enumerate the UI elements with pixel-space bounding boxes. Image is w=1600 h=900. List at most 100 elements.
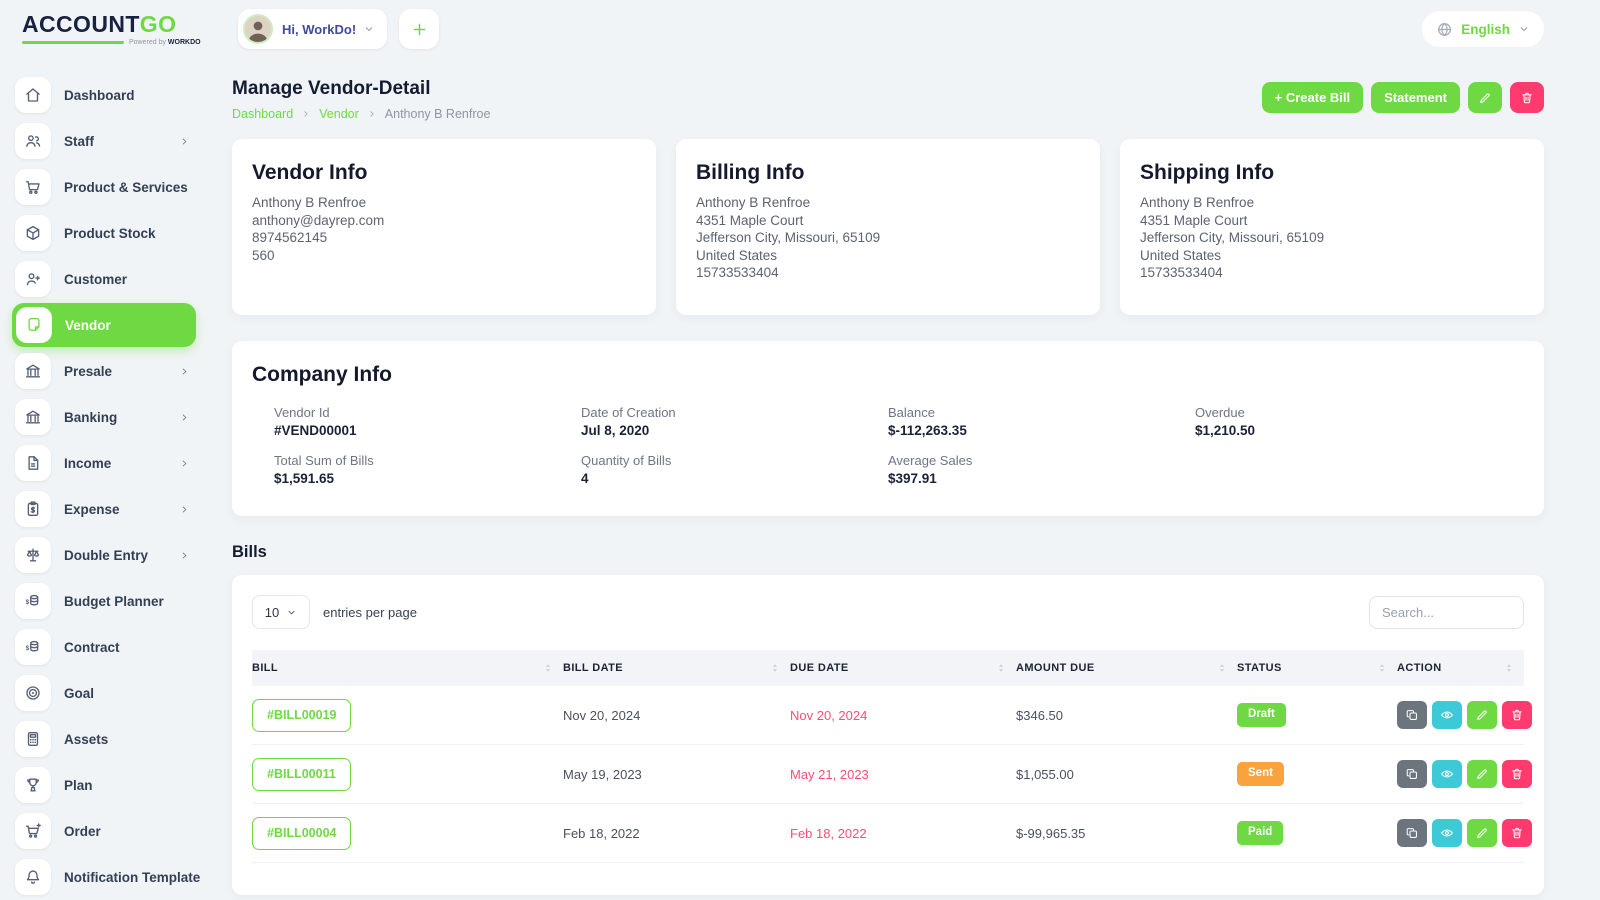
pencil-icon (1478, 91, 1492, 105)
trophy-icon (15, 767, 51, 803)
bill-cell: #BILL00011 (252, 757, 563, 791)
sidebar-item-presale[interactable]: Presale (0, 348, 212, 394)
column-header-label: DUE DATE (790, 662, 849, 674)
amount-due-cell: $-99,965.35 (1016, 825, 1086, 841)
table-controls: 10 entries per page (252, 595, 1524, 629)
actions-cell (1397, 760, 1532, 788)
view-button[interactable] (1432, 760, 1462, 788)
info-line: 4351 Maple Court (696, 212, 804, 228)
sidebar-item-banking[interactable]: Banking (0, 394, 212, 440)
entries-per-page-select[interactable]: 10 (252, 595, 310, 629)
bill-link[interactable]: #BILL00011 (252, 757, 351, 791)
delete-vendor-button[interactable] (1510, 82, 1544, 113)
view-button[interactable] (1432, 701, 1462, 729)
sidebar-item-vendor[interactable]: Vendor (12, 303, 196, 347)
company-field-value: $1,210.50 (1195, 423, 1256, 438)
company-field-label: Vendor Id (274, 405, 330, 420)
sidebar-item-assets[interactable]: Assets (0, 716, 212, 762)
quick-add-button[interactable] (399, 9, 440, 49)
sidebar-item-expense[interactable]: Expense (0, 486, 212, 532)
edit-button[interactable] (1467, 819, 1497, 847)
sidebar-item-label: Goal (64, 685, 95, 701)
main-content: Manage Vendor-Detail Dashboard Vendor An… (212, 58, 1600, 900)
eye-icon (1440, 826, 1454, 840)
edit-vendor-button[interactable] (1468, 82, 1502, 113)
brand-logo[interactable]: ACCOUNTGO Powered by WORKDO (0, 10, 212, 46)
sidebar-item-label: Budget Planner (64, 593, 164, 609)
clipboard-dollar-icon (15, 491, 51, 527)
bank-icon (15, 399, 51, 435)
eye-icon (1440, 708, 1454, 722)
trash-icon (1520, 91, 1534, 105)
edit-button[interactable] (1467, 760, 1497, 788)
delete-button[interactable] (1502, 819, 1532, 847)
column-header-amount-due[interactable]: AMOUNT DUE (1016, 661, 1237, 675)
column-header-label: STATUS (1237, 662, 1282, 674)
column-header-bill-date[interactable]: BILL DATE (563, 661, 790, 675)
info-line: 15733533404 (1140, 265, 1223, 280)
bill-link[interactable]: #BILL00004 (252, 816, 352, 850)
duplicate-button[interactable] (1397, 701, 1427, 729)
pencil-icon (1475, 826, 1489, 840)
sidebar-item-plan[interactable]: Plan (0, 762, 212, 808)
info-line: 560 (252, 247, 275, 263)
sidebar-item-double-entry[interactable]: Double Entry (0, 532, 212, 578)
sidebar-item-budget-planner[interactable]: $ Budget Planner (0, 578, 212, 624)
sort-icon (1502, 661, 1516, 675)
sidebar-item-notification-template[interactable]: Notification Template (0, 854, 212, 900)
company-field-label: Average Sales (888, 453, 973, 468)
create-bill-button[interactable]: + Create Bill (1261, 82, 1364, 113)
sidebar-item-dashboard[interactable]: Dashboard (0, 72, 212, 118)
company-field-overdue: Overdue $1,210.50 (1195, 405, 1502, 438)
user-menu[interactable]: Hi, WorkDo! (238, 9, 388, 49)
company-field-average-sales: Average Sales $397.91 (888, 453, 1195, 486)
copy-icon (1405, 826, 1419, 840)
sidebar-item-goal[interactable]: Goal (0, 670, 212, 716)
due-date-cell: May 21, 2023 (790, 766, 869, 782)
trash-icon (1510, 826, 1524, 840)
actions-cell (1397, 819, 1532, 847)
bills-table-card: 10 entries per page BILL BILL DATE DUE DAT… (232, 575, 1544, 895)
column-header-bill[interactable]: BILL (252, 661, 563, 675)
bills-table: BILL BILL DATE DUE DATE AMOUNT DUE STATUS ACT… (252, 650, 1532, 863)
company-field-date-of-creation: Date of Creation Jul 8, 2020 (581, 405, 888, 438)
chevron-right-icon (179, 136, 190, 147)
statement-button[interactable]: Statement (1371, 82, 1460, 113)
brand-logo-text: ACCOUNTGO (22, 10, 177, 37)
duplicate-button[interactable] (1397, 819, 1427, 847)
page-head-left: Manage Vendor-Detail Dashboard Vendor An… (232, 78, 490, 121)
column-header-action[interactable]: ACTION (1397, 661, 1524, 675)
bill-link[interactable]: #BILL00019 (252, 698, 352, 732)
sidebar-item-product-stock[interactable]: Product Stock (0, 210, 212, 256)
sidebar-item-staff[interactable]: Staff (0, 118, 212, 164)
column-header-due-date[interactable]: DUE DATE (790, 661, 1016, 675)
sidebar-item-customer[interactable]: Customer (0, 256, 212, 302)
company-field-total-sum-of-bills: Total Sum of Bills $1,591.65 (274, 453, 581, 486)
language-select[interactable]: English (1422, 11, 1544, 47)
column-header-label: BILL DATE (563, 662, 624, 674)
column-header-status[interactable]: STATUS (1237, 661, 1397, 675)
breadcrumb-vendor[interactable]: Vendor (319, 107, 359, 121)
delete-button[interactable] (1502, 701, 1532, 729)
breadcrumb-dashboard[interactable]: Dashboard (232, 107, 293, 121)
status-badge: Paid (1237, 821, 1284, 845)
edit-button[interactable] (1467, 701, 1497, 729)
view-button[interactable] (1432, 819, 1462, 847)
table-row: #BILL00019 Nov 20, 2024 Nov 20, 2024 $346.5… (252, 686, 1532, 745)
shipping-info-card: Shipping Info Anthony B Renfroe 4351 Mapl… (1120, 139, 1544, 315)
search-input[interactable] (1369, 595, 1524, 629)
company-field-value: #VEND00001 (274, 423, 357, 438)
sidebar-item-income[interactable]: Income (0, 440, 212, 486)
brand-logo-sub: Powered by WORKDO (22, 39, 212, 46)
sort-icon (1375, 661, 1389, 675)
company-field-label: Date of Creation (581, 405, 676, 420)
breadcrumb-current: Anthony B Renfroe (384, 107, 491, 121)
info-line: anthony@dayrep.com (252, 212, 385, 228)
sidebar-item-product-services[interactable]: Product & Services (0, 164, 212, 210)
duplicate-button[interactable] (1397, 760, 1427, 788)
delete-button[interactable] (1502, 760, 1532, 788)
sidebar-item-contract[interactable]: $ Contract (0, 624, 212, 670)
chevron-down-icon (1518, 23, 1530, 35)
home-icon (15, 77, 51, 113)
sidebar-item-order[interactable]: Order (0, 808, 212, 854)
